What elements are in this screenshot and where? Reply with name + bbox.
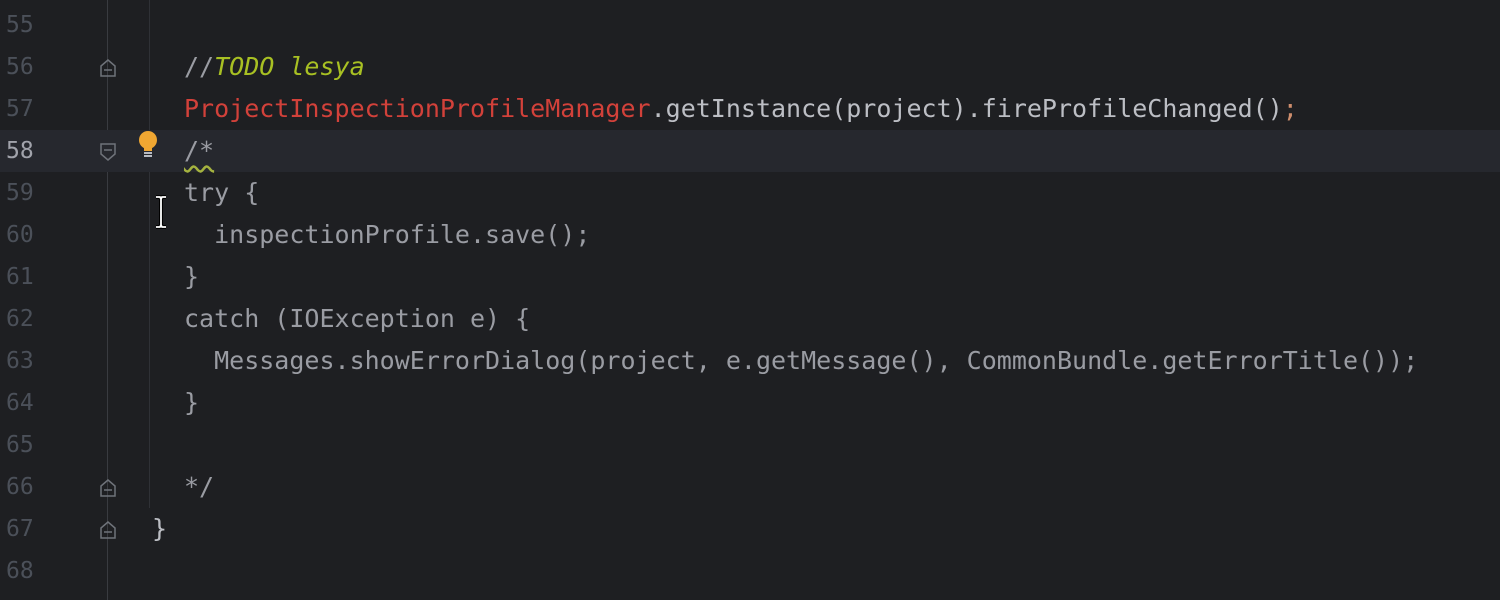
line-number: 64 xyxy=(6,390,34,416)
code-line[interactable]: 62 catch (IOException e) { xyxy=(0,298,1500,340)
line-number: 60 xyxy=(6,222,34,248)
code-line[interactable]: 63 Messages.showErrorDialog(project, e.g… xyxy=(0,340,1500,382)
code-editor[interactable]: 55 56 //TODO lesya 57 ProjectInspectionP… xyxy=(0,0,1500,600)
code-text[interactable]: ProjectInspectionProfileManager.getInsta… xyxy=(184,88,1298,130)
code-text[interactable]: try { xyxy=(184,172,259,214)
line-number: 55 xyxy=(6,12,34,38)
line-number: 62 xyxy=(6,306,34,332)
semicolon: ; xyxy=(1282,94,1298,123)
code-text[interactable]: /* xyxy=(184,130,214,172)
code-line[interactable]: 60 inspectionProfile.save(); xyxy=(0,214,1500,256)
code-text[interactable]: catch (IOException e) { xyxy=(184,298,530,340)
code-line[interactable]: 67 } xyxy=(0,508,1500,550)
code-line[interactable]: 56 //TODO lesya xyxy=(0,46,1500,88)
fold-marker-icon[interactable] xyxy=(99,479,117,497)
code-text[interactable]: inspectionProfile.save(); xyxy=(184,214,590,256)
line-number: 57 xyxy=(6,96,34,122)
comment-prefix: // xyxy=(184,52,215,81)
code-line[interactable]: 59 try { xyxy=(0,172,1500,214)
comment-start: /* xyxy=(184,136,215,165)
line-number: 68 xyxy=(6,558,34,584)
fold-marker-icon[interactable] xyxy=(99,59,117,77)
line-number: 67 xyxy=(6,516,34,542)
line-number: 63 xyxy=(6,348,34,374)
line-number: 56 xyxy=(6,54,34,80)
line-number: 66 xyxy=(6,474,34,500)
lightbulb-icon[interactable] xyxy=(136,130,160,160)
code-text[interactable]: } xyxy=(184,256,199,298)
code-line[interactable]: 66 */ xyxy=(0,466,1500,508)
code-line-current[interactable]: 58 /* xyxy=(0,130,1500,172)
method-call: .getInstance(project).fireProfileChanged… xyxy=(650,94,1283,123)
fold-marker-icon[interactable] xyxy=(99,521,117,539)
code-line[interactable]: 65 xyxy=(0,424,1500,466)
line-number: 61 xyxy=(6,264,34,290)
code-text[interactable]: } xyxy=(184,382,199,424)
line-number: 65 xyxy=(6,432,34,458)
unresolved-class: ProjectInspectionProfileManager xyxy=(184,94,651,123)
code-line[interactable]: 55 xyxy=(0,4,1500,46)
code-text[interactable]: } xyxy=(152,508,167,550)
code-text[interactable]: Messages.showErrorDialog(project, e.getM… xyxy=(184,340,1418,382)
code-line[interactable]: 61 } xyxy=(0,256,1500,298)
code-text[interactable]: //TODO lesya xyxy=(184,46,365,88)
code-text[interactable]: */ xyxy=(184,466,214,508)
text-cursor-icon xyxy=(156,195,166,229)
line-number: 59 xyxy=(6,180,34,206)
code-line[interactable]: 64 } xyxy=(0,382,1500,424)
todo-text: TODO lesya xyxy=(214,52,365,81)
fold-marker-icon[interactable] xyxy=(99,143,117,161)
code-line[interactable]: 57 ProjectInspectionProfileManager.getIn… xyxy=(0,88,1500,130)
line-number: 58 xyxy=(6,138,34,164)
code-line[interactable]: 68 xyxy=(0,550,1500,592)
